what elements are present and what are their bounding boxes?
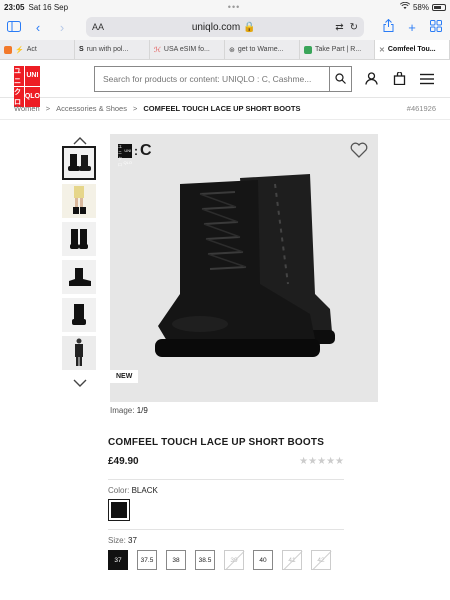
chevron-down-icon[interactable] — [62, 374, 98, 387]
breadcrumb-women[interactable]: Women — [14, 104, 40, 113]
tab-overview-icon[interactable] — [428, 19, 444, 35]
tab-comfeel[interactable]: ✕ Comfeel Tou... — [375, 40, 450, 59]
status-bar: 23:05 Sat 16 Sep ••• 58% — [0, 0, 450, 14]
lock-icon: 🔒 — [242, 21, 256, 33]
product-id: #461926 — [406, 104, 436, 113]
site-header: ユニ UNI クロ QLO — [0, 60, 450, 107]
divider — [108, 529, 344, 530]
close-icon[interactable]: ✕ — [379, 46, 385, 54]
tab-warner[interactable]: ⊛ get to Warne... — [225, 40, 300, 59]
tab-favicon — [4, 45, 12, 54]
thumbnail-model-full[interactable] — [62, 336, 96, 370]
share-icon[interactable] — [380, 18, 396, 35]
color-label-text: Color: — [108, 486, 130, 495]
color-label: Color: BLACK — [108, 486, 344, 495]
image-counter: Image: 1/9 — [110, 406, 148, 415]
wifi-icon — [399, 1, 411, 12]
main-product-image[interactable]: ユニ UNI クロ QLO : C NEW — [110, 134, 378, 402]
account-icon[interactable] — [364, 72, 378, 86]
search-button[interactable] — [329, 66, 351, 91]
sidebar-icon[interactable] — [6, 20, 22, 35]
logo-text: UNI — [24, 65, 40, 86]
back-icon[interactable]: ‹ — [30, 20, 46, 35]
thumbnail-boots-pair[interactable] — [62, 146, 96, 180]
breadcrumb-current: COMFEEL TOUCH LACE UP SHORT BOOTS — [143, 104, 301, 113]
rating-stars[interactable]: ★★★★★ — [299, 456, 344, 467]
tab-favicon: S — [79, 46, 84, 53]
thumbnail-model-legs[interactable] — [62, 184, 96, 218]
thumbnail-boot-back[interactable] — [62, 298, 96, 332]
tab-favicon — [304, 45, 312, 54]
size-option-38[interactable]: 38 — [166, 550, 186, 570]
logo-text: ユニ — [14, 65, 24, 86]
divider — [108, 479, 344, 480]
size-option-38-5[interactable]: 38.5 — [195, 550, 215, 570]
product-name: COMFEEL TOUCH LACE UP SHORT BOOTS — [108, 437, 325, 448]
size-value: 37 — [128, 536, 137, 545]
address-bar[interactable]: AA uniqlo.com 🔒 ⇄ ↻ — [86, 17, 364, 37]
product-price: £49.90 — [108, 456, 139, 467]
tab-label: run with pol... — [86, 46, 129, 53]
search-input[interactable] — [95, 73, 329, 84]
tab-label: Take Part | R... — [315, 46, 362, 53]
cart-icon[interactable] — [392, 72, 406, 86]
product-gallery: ユニ UNI クロ QLO : C NEW Image: 1/9 — [0, 124, 450, 424]
new-tab-icon[interactable]: + — [404, 20, 420, 35]
thumbnail-boot-side[interactable] — [62, 260, 96, 294]
reload-icon[interactable]: ↻ — [350, 22, 358, 33]
image-counter-value: 1/9 — [136, 406, 148, 415]
size-option-41[interactable]: 41 — [282, 550, 302, 570]
reader-settings-button[interactable]: AA — [92, 22, 112, 32]
size-option-40[interactable]: 40 — [253, 550, 273, 570]
product-info: COMFEEL TOUCH LACE UP SHORT BOOTS £49.90… — [108, 437, 344, 570]
color-swatch-black[interactable] — [108, 499, 130, 521]
breadcrumb: Women > Accessories & Shoes > COMFEEL TO… — [0, 98, 450, 120]
tab-take-part[interactable]: Take Part | R... — [300, 40, 375, 59]
tab-label: get to Warne... — [237, 46, 284, 53]
breadcrumb-separator: > — [132, 104, 138, 113]
tab-act[interactable]: ⚡ Act — [0, 40, 75, 59]
tab-favicon-alt: ⚡ — [15, 46, 24, 54]
tab-label: Act — [26, 46, 37, 53]
thumbnail-list — [62, 132, 98, 387]
new-badge: NEW — [110, 370, 139, 383]
chevron-up-icon[interactable] — [62, 132, 98, 145]
forward-icon[interactable]: › — [54, 20, 70, 35]
search-icon — [335, 73, 346, 84]
size-options: 37 37.5 38 38.5 39 40 41 42 — [108, 550, 344, 570]
color-value: BLACK — [131, 486, 158, 495]
menu-icon[interactable] — [420, 72, 434, 86]
breadcrumb-accessories[interactable]: Accessories & Shoes — [56, 104, 127, 113]
multitask-dots[interactable]: ••• — [68, 2, 400, 12]
status-date: Sat 16 Sep — [28, 2, 69, 12]
uniqlo-logo[interactable]: ユニ UNI クロ QLO — [14, 65, 40, 107]
image-counter-label: Image: — [110, 406, 135, 415]
size-option-39[interactable]: 39 — [224, 550, 244, 570]
translate-icon[interactable]: ⇄ — [335, 22, 343, 33]
browser-toolbar: ‹ › AA uniqlo.com 🔒 ⇄ ↻ + — [0, 14, 450, 40]
size-option-37-5[interactable]: 37.5 — [137, 550, 157, 570]
tab-favicon: ℋ — [154, 46, 161, 54]
thumbnail-boots-front[interactable] — [62, 222, 96, 256]
search-bar — [94, 65, 352, 92]
url-text: uniqlo.com 🔒 — [191, 21, 256, 33]
tab-esim[interactable]: ℋ USA eSIM fo... — [150, 40, 225, 59]
browser-tabs: ⚡ Act Srun with pol... ℋ USA eSIM fo... ⊛ g… — [0, 40, 450, 60]
breadcrumb-separator: > — [45, 104, 51, 113]
size-option-42[interactable]: 42 — [311, 550, 331, 570]
boots-illustration — [155, 174, 335, 357]
battery-percent: 58% — [412, 2, 429, 12]
size-label-text: Size: — [108, 536, 126, 545]
battery-icon — [432, 3, 446, 11]
size-option-37[interactable]: 37 — [108, 550, 128, 570]
tab-favicon: ⊛ — [229, 46, 235, 54]
size-label: Size: 37 — [108, 536, 344, 545]
status-time: 23:05 — [4, 2, 25, 12]
tab-label: USA eSIM fo... — [163, 46, 210, 53]
tab-run[interactable]: Srun with pol... — [75, 40, 150, 59]
tab-label: Comfeel Tou... — [387, 46, 436, 53]
